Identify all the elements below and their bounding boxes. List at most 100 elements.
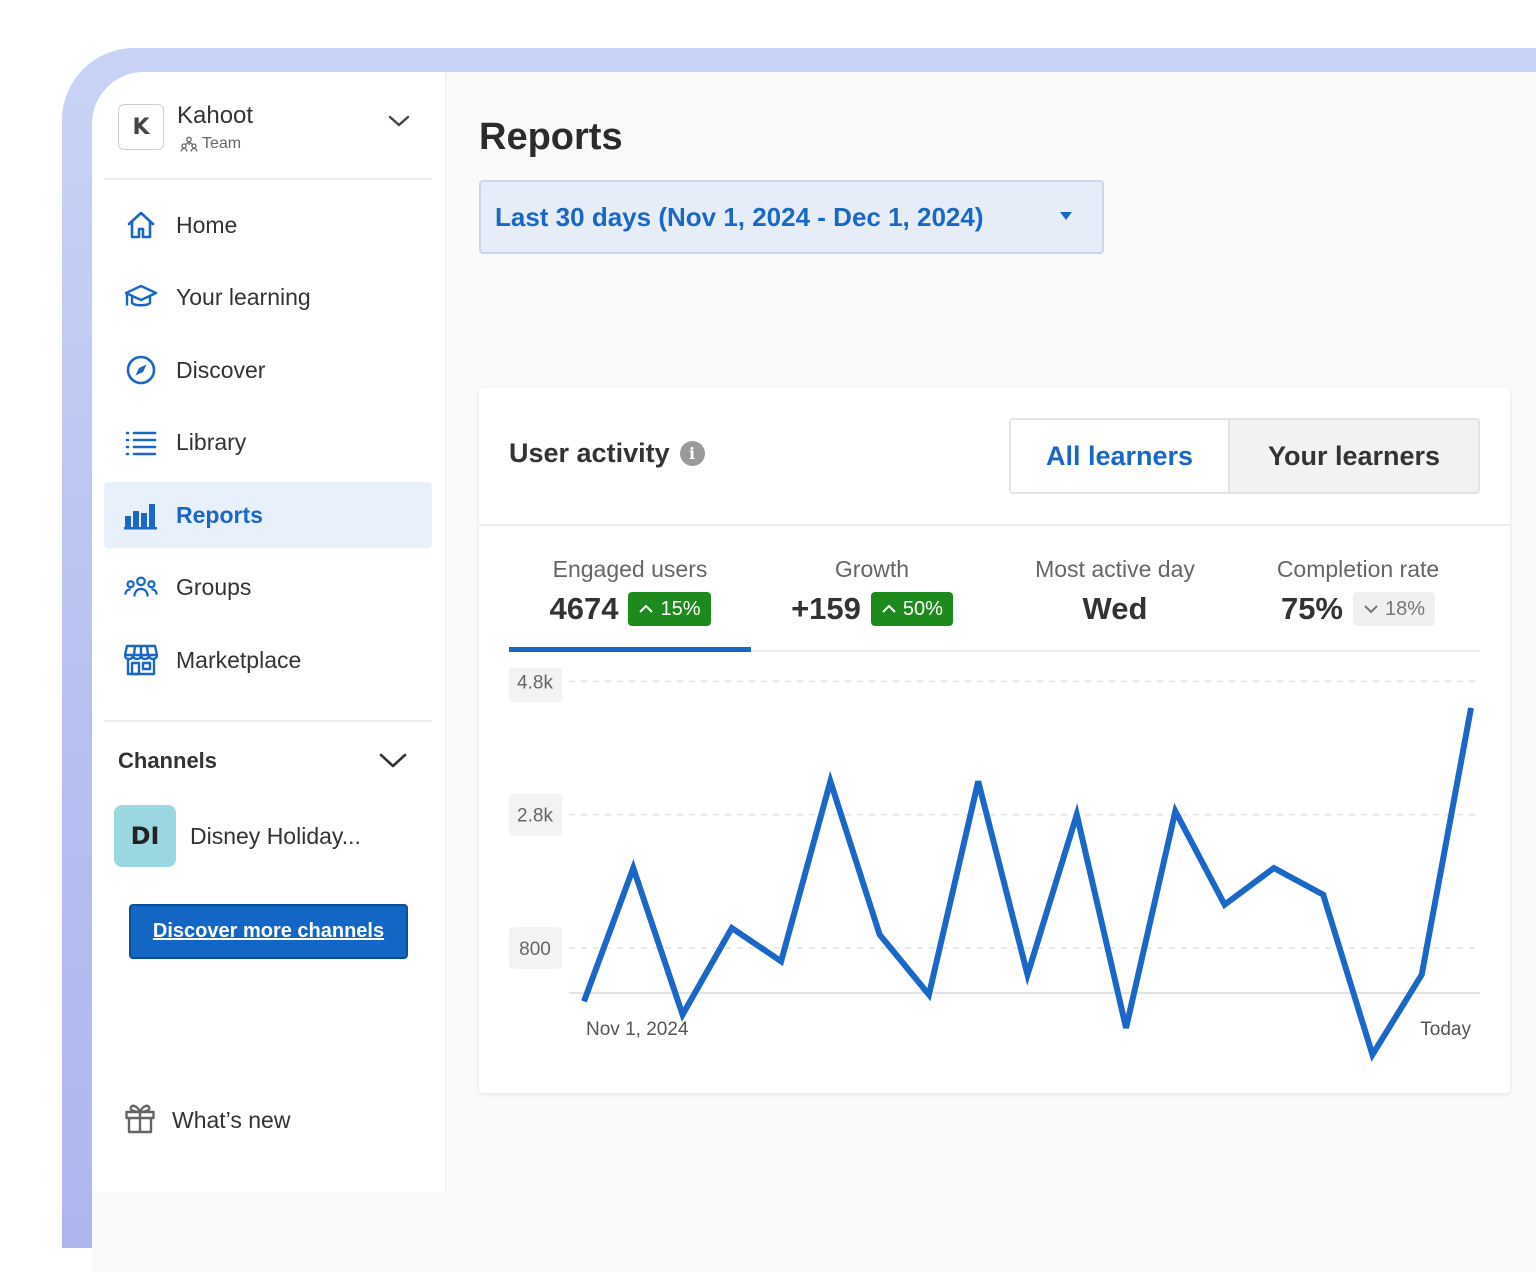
sidebar-item-label: Groups: [176, 574, 252, 600]
data-point: [731, 927, 733, 929]
graduation-cap-icon: [124, 281, 158, 315]
date-range-dropdown[interactable]: Last 30 days (Nov 1, 2024 - Dec 1, 2024): [479, 180, 1104, 254]
data-point: [1273, 867, 1275, 869]
org-name: Kahoot: [177, 102, 254, 129]
data-point: [780, 960, 782, 962]
stats-row: Engaged users 4674 15% Growth +159 50% M…: [509, 556, 1480, 652]
stat-completion-rate[interactable]: Completion rate 75% 18%: [1237, 556, 1479, 627]
stat-growth[interactable]: Growth +159 50%: [751, 556, 993, 627]
data-point: [1125, 1027, 1127, 1029]
user-activity-title: User activity i: [509, 438, 705, 469]
channel-avatar: DI: [114, 805, 176, 867]
sidebar-item-label: Library: [176, 429, 247, 455]
data-point: [829, 780, 831, 782]
chevron-down-icon: [1364, 605, 1378, 614]
stat-label: Growth: [834, 556, 910, 582]
org-subtitle-label: Team: [202, 135, 242, 152]
chevron-up-icon: [639, 604, 654, 613]
data-point: [1027, 974, 1028, 976]
sidebar-item-label: Reports: [176, 501, 263, 528]
org-switcher[interactable]: K Kahoot Team: [118, 102, 418, 154]
stat-value: 75%: [1280, 591, 1343, 626]
caret-down-icon: [1060, 212, 1072, 220]
home-icon: [124, 208, 158, 242]
all-learners-tab[interactable]: All learners: [1011, 420, 1230, 492]
discover-more-channels-button[interactable]: Discover more channels: [129, 904, 408, 959]
y-tick-label: 2.8k: [517, 806, 553, 827]
data-point: [1371, 1054, 1373, 1056]
sidebar-item-groups[interactable]: Groups: [104, 555, 432, 621]
sidebar-item-marketplace[interactable]: Marketplace: [104, 627, 432, 693]
page-title: Reports: [479, 116, 623, 158]
channels-heading: Channels: [118, 748, 218, 773]
team-icon: [180, 136, 198, 152]
channel-name: Disney Holiday...: [190, 822, 361, 849]
sidebar: K Kahoot Team Home Your learning Discove…: [92, 72, 446, 1192]
data-point: [879, 934, 881, 936]
sidebar-divider: [104, 720, 432, 722]
stat-label: Completion rate: [1276, 556, 1440, 582]
store-icon: [124, 643, 158, 677]
people-icon: [124, 571, 158, 605]
user-activity-card: User activity i All learners Your learne…: [479, 388, 1510, 1093]
date-range-label: Last 30 days (Nov 1, 2024 - Dec 1, 2024): [495, 201, 984, 232]
trend-badge-value: 18%: [1385, 597, 1426, 620]
stat-value: 4674: [549, 591, 619, 626]
stat-label: Most active day: [1035, 556, 1195, 582]
x-tick-label: Nov 1, 2024: [586, 1019, 689, 1040]
series-line: [581, 707, 1474, 1062]
card-title-label: User activity: [509, 438, 670, 468]
sidebar-item-your-learning[interactable]: Your learning: [104, 265, 432, 331]
sidebar-item-label: Home: [176, 211, 238, 238]
info-icon[interactable]: i: [679, 441, 705, 466]
compass-icon: [124, 353, 158, 387]
trend-badge-value: 50%: [902, 597, 943, 620]
user-activity-chart: 4.8k 2.8k 800 Nov 1, 2024 Today: [509, 668, 1480, 1062]
data-point: [632, 867, 634, 869]
data-point: [928, 994, 930, 996]
learners-toggle: All learners Your learners: [1009, 418, 1480, 494]
data-point: [1224, 904, 1226, 906]
card-divider: [479, 524, 1510, 526]
data-point: [1421, 974, 1423, 976]
sidebar-item-label: Marketplace: [176, 646, 302, 673]
app-window: K Kahoot Team Home Your learning Discove…: [92, 72, 1536, 1272]
stat-engaged-users[interactable]: Engaged users 4674 15%: [509, 556, 751, 627]
sidebar-item-label: Discover: [176, 356, 266, 383]
sidebar-item-library[interactable]: Library: [104, 410, 432, 476]
your-learners-tab[interactable]: Your learners: [1230, 420, 1478, 492]
chevron-up-icon: [882, 604, 896, 613]
trend-badge: 50%: [870, 592, 953, 626]
y-tick-label: 800: [519, 939, 551, 960]
list-icon: [124, 426, 158, 460]
sidebar-item-home[interactable]: Home: [104, 192, 432, 258]
gift-icon: [124, 1102, 156, 1139]
data-point: [977, 780, 979, 782]
org-subtitle: Team: [180, 135, 241, 153]
stat-label: Engaged users: [552, 556, 708, 582]
chevron-down-icon[interactable]: [386, 108, 412, 134]
data-point: [1470, 707, 1472, 709]
trend-badge: 18%: [1353, 592, 1436, 626]
chevron-down-icon[interactable]: [378, 748, 408, 774]
stat-value: Wed: [1082, 591, 1148, 626]
sidebar-nav: Home Your learning Discover Library Repo…: [104, 192, 432, 700]
whats-new-label: What’s new: [172, 1107, 291, 1133]
data-point: [1076, 814, 1078, 816]
sidebar-divider: [104, 178, 432, 180]
trend-badge-value: 15%: [660, 597, 701, 620]
org-avatar: K: [118, 104, 164, 150]
data-point: [1322, 894, 1324, 896]
stat-value: +159: [791, 591, 861, 626]
x-tick-label: Today: [1420, 1019, 1471, 1040]
stat-most-active-day[interactable]: Most active day Wed: [994, 556, 1236, 627]
sidebar-item-discover[interactable]: Discover: [104, 337, 432, 403]
trend-badge: 15%: [628, 592, 711, 626]
data-point: [682, 1014, 684, 1016]
whats-new-link[interactable]: What’s new: [124, 1102, 290, 1139]
channel-item[interactable]: DI Disney Holiday...: [114, 805, 361, 867]
y-tick-label: 4.8k: [517, 672, 553, 693]
bar-chart-icon: [124, 498, 158, 532]
sidebar-item-reports[interactable]: Reports: [104, 482, 432, 548]
sidebar-item-label: Your learning: [176, 284, 311, 310]
